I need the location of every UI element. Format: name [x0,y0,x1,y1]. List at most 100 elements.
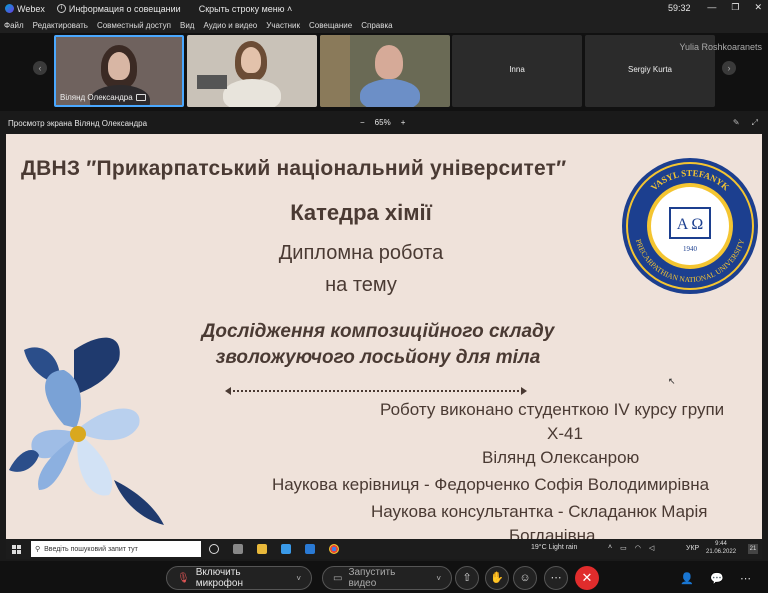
slide-student: Вілянд Олексанрою [482,448,640,467]
participants-panel-icon[interactable]: 👤 [680,572,694,585]
slide-consultant: Наукова консультантка - Складанюк Марія [371,502,708,521]
menu-edit[interactable]: Редактировать [33,21,88,30]
shared-taskbar: ⚲ Введіть пошуковий запит тут 19°C Light… [6,539,762,559]
seal-letters: A Ω [677,216,704,233]
hide-menu-label: Скрыть строку меню [198,3,285,14]
close-icon[interactable]: ✕ [754,2,762,13]
participant-face [108,52,130,80]
menu-help[interactable]: Справка [361,21,392,30]
meeting-controls: 🎙 Включить микрофон ˅ ▭ Запустить видео … [0,561,768,593]
participant-name: Sergiy Kurta [627,65,673,74]
reactions-button[interactable]: ☺ [513,566,537,590]
university-seal-icon: VASYL STEFANYK PRECARPATHIAN NATIONAL UN… [622,158,758,294]
participant-tile[interactable] [320,35,450,107]
video-label: Запустить видео [348,567,396,589]
flower-decoration-icon [9,337,164,525]
more-options-button[interactable]: ⋯ [544,566,568,590]
slide-done-by: Роботу виконано студенткою IV курсу груп… [380,400,725,419]
menu-bar: Файл Редактировать Совместный доступ Вид… [0,17,768,33]
seal-year: 1940 [683,245,698,253]
store-icon [281,544,291,554]
zoom-level: 65% [374,118,391,127]
zoom-in-button[interactable]: + [401,118,406,127]
taskbar-time: 9:44 [715,541,727,547]
task-view-icon [209,544,219,554]
hide-menu-button[interactable]: Скрыть строку меню ˄ [199,4,293,14]
mic-muted-icon: 🎙 [177,572,190,584]
slide-on-theme: на тему [325,274,397,296]
battery-icon: ▭ [620,545,627,552]
menu-file[interactable]: Файл [4,21,24,30]
window-controls: — ❐ ✕ [707,2,762,13]
menu-audio-video[interactable]: Аудио и видео [203,21,257,30]
mic-button[interactable]: 🎙 Включить микрофон ˅ [166,566,312,590]
zoom-control: − 65% + [360,118,405,127]
taskbar-search: ⚲ Введіть пошуковий запит тут [31,541,201,557]
minimize-icon[interactable]: — [707,2,716,13]
participant-body [360,79,420,107]
search-icon: ⚲ [35,546,41,553]
app-name: Webex [17,3,45,14]
participant-tile[interactable] [187,35,317,107]
widgets-icon [233,544,243,554]
slide-department: Катедра хімії [290,200,432,225]
camera-icon [135,94,146,101]
wifi-icon: ◠ [634,545,641,552]
restore-icon[interactable]: ❐ [731,2,739,13]
participant-name: Вілянд Олександра [60,93,133,102]
raise-hand-button[interactable]: ✋ [485,566,509,590]
notification-badge: 21 [748,544,758,554]
taskbar-weather: 19°C Light rain [531,544,578,551]
meeting-info-label: Информация о совещании [68,3,181,14]
participant-tile[interactable]: Вілянд Олександра [54,35,184,107]
share-screen-button[interactable]: ⇧ [455,566,479,590]
slide-divider [225,387,527,395]
strip-prev-icon[interactable]: ‹ [33,61,47,75]
volume-icon: ◁ [648,545,655,552]
chrome-icon [329,544,339,554]
participant-face [375,45,403,79]
participant-name-overflow: Yulia Roshkoaranets [679,42,762,52]
participant-label: Вілянд Олександра [60,93,146,102]
menu-share[interactable]: Совместный доступ [97,21,171,30]
more-panels-icon[interactable]: ⋯ [740,572,751,585]
info-icon: i [56,4,66,13]
chat-panel-icon[interactable]: 💬 [710,572,724,585]
taskbar-date: 21.06.2022 [706,549,737,555]
participant-body [223,79,281,107]
menu-participant[interactable]: Участник [266,21,300,30]
meeting-info-button[interactable]: i Информация о совещании [56,3,181,14]
strip-next-icon[interactable]: › [722,61,736,75]
mail-icon [305,544,315,554]
annotate-icon[interactable]: ✎ [733,118,740,128]
participant-name: Inna [509,65,525,74]
mouse-cursor-icon: ↖ [668,376,676,386]
background-shelf [320,35,350,107]
title-bar: Webex i Информация о совещании Скрыть ст… [0,0,768,17]
slide-university: ДВНЗ ″Прикарпатський національний універ… [21,157,567,180]
taskbar-search-placeholder: Введіть пошуковий запит тут [44,545,138,553]
expand-icon[interactable]: ⤢ [752,118,758,128]
mic-label: Включить микрофон [195,567,243,589]
laptop-icon [197,75,227,89]
app-logo: Webex [5,4,45,14]
taskbar-datetime: 9:44 21.06.2022 [706,540,736,556]
webex-logo-icon [5,4,14,13]
video-button[interactable]: ▭ Запустить видео ˅ [322,566,452,590]
share-view-actions: ✎ ⤢ [733,118,758,128]
taskbar-language: УКР [686,545,700,552]
chevron-down-icon[interactable]: ˅ [436,574,441,583]
file-explorer-icon [257,544,267,554]
participant-tile[interactable]: Inna [452,35,582,107]
share-view-title: Просмотр экрана Вілянд Олександра [8,118,148,128]
windows-start-icon [12,544,21,554]
menu-meeting[interactable]: Совещание [309,21,352,30]
participant-strip: ‹ Вілянд Олександра Inna Sergiy Kurta Yu… [0,33,768,111]
taskbar-apps [209,544,339,554]
menu-view[interactable]: Вид [180,21,194,30]
zoom-out-button[interactable]: − [360,118,365,127]
end-call-button[interactable]: ✕ [575,566,599,590]
slide-supervisor: Наукова керівниця - Федорченко Софія Вол… [272,475,710,494]
slide-consultant-patronymic: Богданівна [509,526,596,539]
chevron-down-icon[interactable]: ˅ [296,574,301,583]
